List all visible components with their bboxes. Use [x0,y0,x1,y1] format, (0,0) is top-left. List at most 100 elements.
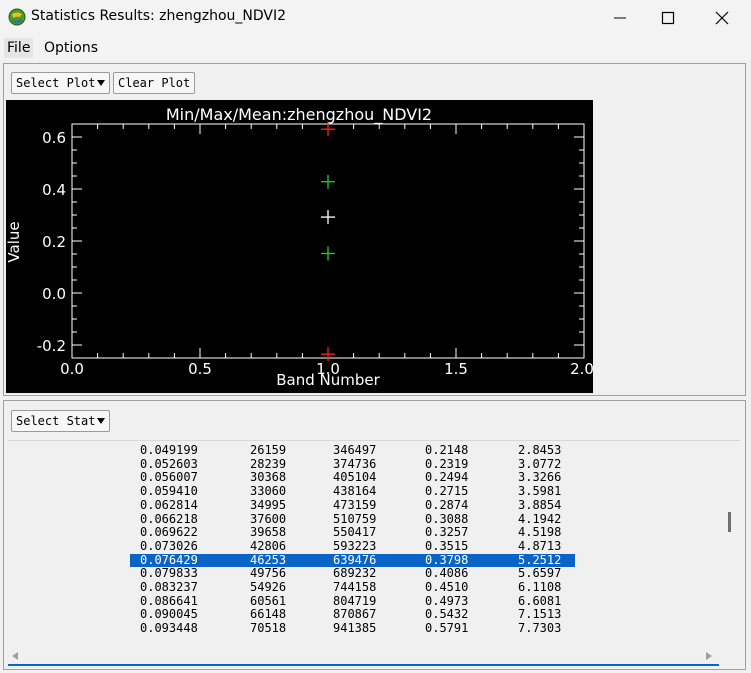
data-point [321,246,335,261]
y-tick-label: 0.0 [42,285,66,303]
table-row[interactable]: 0.052603 28239 374736 0.2319 3.0772 [130,456,575,471]
menu-options[interactable]: Options [42,38,100,58]
maximize-button[interactable] [645,0,691,36]
plot-frame [71,123,585,359]
chevron-down-icon [97,418,106,424]
table-row[interactable]: 0.056007 30368 405104 0.2494 3.3266 [130,471,575,484]
table-cell: 30368 [250,470,287,485]
title-bar: Statistics Results: zhengzhou_NDVI2 [0,0,751,36]
table-cell: 34995 [250,497,287,512]
table-cell: 7.7303 [518,621,562,636]
chevron-down-icon [97,80,106,86]
table-cell: 66148 [250,607,287,622]
table-cell: 0.3798 [425,552,469,567]
table-row[interactable]: 0.079833 49756 689232 0.4086 5.6597 [130,567,575,580]
table-cell: 5.2512 [518,552,562,567]
table-cell: 0.049199 [140,443,198,457]
table-cell: 4.8713 [518,538,562,553]
table-cell: 550417 [333,525,377,540]
table-cell: 374736 [333,456,377,471]
table-cell: 0.093448 [140,621,198,636]
table-cell: 0.5432 [425,607,469,622]
table-cell: 49756 [250,566,287,581]
table-cell: 46253 [250,552,287,567]
table-cell: 0.2715 [425,484,469,499]
clear-plot-button[interactable]: Clear Plot [113,72,196,94]
scrollbar-track [8,664,719,666]
table-cell: 0.3257 [425,525,469,540]
table-cell: 0.4973 [425,593,469,608]
table-cell: 0.069622 [140,525,198,540]
maximize-icon [661,11,675,25]
table-cell: 28239 [250,456,287,471]
table-cell: 7.1513 [518,607,562,622]
minimize-button[interactable] [597,0,643,36]
select-stat-label: Select Stat [16,414,96,428]
table-row[interactable]: 0.086641 60561 804719 0.4973 6.6081 [130,593,575,608]
table-cell: 0.062814 [140,497,198,512]
y-axis-label: Value [6,221,23,262]
scroll-right-icon[interactable] [706,652,712,660]
clear-plot-label: Clear Plot [118,76,191,90]
horizontal-scrollbar[interactable] [8,648,719,666]
vertical-scrollbar-thumb[interactable] [728,512,731,532]
table-row[interactable]: 0.093448 70518 941385 0.5791 7.7303 [130,622,575,635]
menu-bar: File Options [0,36,751,60]
close-icon [715,11,729,25]
table-cell: 3.8854 [518,497,562,512]
data-point [321,210,335,225]
x-tick-label: 2.0 [570,360,593,378]
table-row[interactable]: 0.066218 37600 510759 0.3088 4.1942 [130,511,575,526]
table-cell: 0.4086 [425,566,469,581]
table-cell: 0.086641 [140,593,198,608]
y-tick-label: 0.4 [42,181,66,199]
table-cell: 33060 [250,484,287,499]
table-cell: 0.2874 [425,497,469,512]
table-cell: 3.3266 [518,470,562,485]
table-row[interactable]: 0.049199 26159 346497 0.2148 2.8453 [130,444,575,457]
table-cell: 0.3088 [425,511,469,526]
table-row[interactable]: 0.083237 54926 744158 0.4510 6.1108 [130,581,575,594]
table-cell: 0.5791 [425,621,469,636]
table-cell: 0.083237 [140,580,198,594]
x-tick-label: 0.0 [60,360,84,378]
table-cell: 0.079833 [140,566,198,581]
chart-title: Min/Max/Mean:zhengzhou_NDVI2 [166,105,432,125]
menu-file[interactable]: File [4,38,34,58]
table-cell: 4.1942 [518,511,562,526]
table-cell: 0.3515 [425,538,469,553]
table-row[interactable]: 0.059410 33060 438164 0.2715 3.5981 [130,485,575,498]
globe-icon [8,8,26,26]
table-row-selected[interactable]: 0.076429 46253 639476 0.3798 5.2512 [130,552,575,567]
data-point [321,174,335,189]
table-cell: 870867 [333,607,377,622]
select-plot-dropdown[interactable]: Select Plot [11,72,111,94]
x-tick-label: 1.5 [444,360,468,378]
table-cell: 438164 [333,484,377,499]
table-cell: 0.056007 [140,470,198,485]
table-row[interactable]: 0.090045 66148 870867 0.5432 7.1513 [130,608,575,621]
stats-table[interactable]: 0.049199 26159 346497 0.2148 2.8453 0.052603 2… [8,440,740,648]
table-cell: 689232 [333,566,377,581]
table-cell: 70518 [250,621,287,636]
table-cell: 0.052603 [140,456,198,471]
table-cell: 744158 [333,580,377,594]
close-button[interactable] [699,0,745,36]
table-row[interactable]: 0.069622 39658 550417 0.3257 4.5198 [130,526,575,539]
table-cell: 0.073026 [140,538,198,553]
table-cell: 60561 [250,593,287,608]
table-cell: 3.5981 [518,484,562,499]
select-plot-label: Select Plot [16,76,96,90]
select-stat-dropdown[interactable]: Select Stat [11,410,111,432]
table-row[interactable]: 0.062814 34995 473159 0.2874 3.8854 [130,497,575,512]
table-cell: 0.076429 [140,552,198,567]
table-cell: 6.6081 [518,593,562,608]
table-cell: 0.090045 [140,607,198,622]
table-cell: 405104 [333,470,377,485]
table-cell: 0.2319 [425,456,469,471]
table-cell: 804719 [333,593,377,608]
x-axis-label: Band Number [276,371,380,389]
scroll-left-icon[interactable] [12,652,18,660]
table-row[interactable]: 0.073026 42806 593223 0.3515 4.8713 [130,538,575,553]
table-cell: 4.5198 [518,525,562,540]
